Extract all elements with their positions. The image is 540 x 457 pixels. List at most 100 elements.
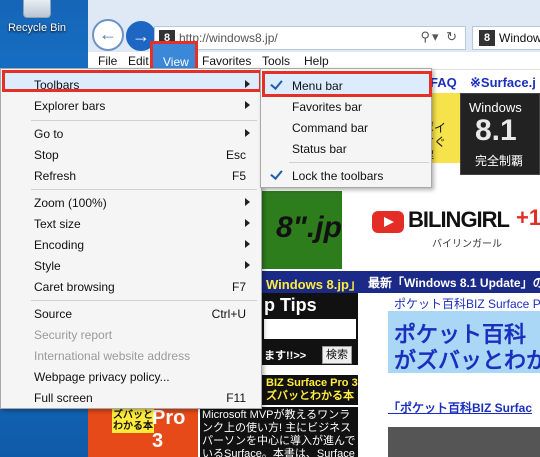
address-bar[interactable]: 8 http://windows8.jp/ ⚲▾ ↻ — [154, 26, 466, 50]
tips-title: p Tips — [264, 295, 317, 315]
menu-shortcut: F7 — [231, 280, 246, 294]
submenu-item-menu-bar[interactable]: Menu bar — [262, 75, 430, 96]
news-bar: Windows 8.jp」 最新「Windows 8.1 Update」の — [262, 271, 540, 293]
back-button[interactable]: ← — [92, 19, 124, 51]
menu-item-label: Webpage privacy policy... — [34, 370, 170, 384]
submenu-item-label: Lock the toolbars — [292, 169, 384, 183]
menu-favorites[interactable]: Favorites — [202, 54, 251, 68]
menu-shortcut: F5 — [231, 169, 246, 183]
menu-item-label: Zoom (100%) — [34, 196, 107, 210]
surface-book-pro: Pro 3 — [152, 407, 186, 452]
pocket-banner[interactable]: ポケット百科 がズバッとわか — [388, 311, 540, 373]
submenu-arrow-icon — [245, 129, 250, 137]
tips-search-input[interactable] — [264, 319, 356, 339]
submenu-item-favorites-bar[interactable]: Favorites bar — [262, 96, 430, 117]
windows-book-image[interactable]: Windows 8.1 完全制覇 — [460, 93, 540, 175]
checkmark-icon — [270, 168, 284, 182]
menu-separator — [31, 120, 257, 121]
menu-file[interactable]: File — [98, 54, 117, 68]
tab-favicon-icon: 8 — [479, 30, 495, 46]
menu-item-security-report: Security report — [2, 324, 260, 345]
surface-book-tag: ズバッと わかる本 — [112, 409, 154, 433]
menu-shortcut: Ctrl+U — [211, 307, 246, 321]
menu-view[interactable]: View — [150, 41, 198, 71]
menu-edit[interactable]: Edit — [128, 54, 149, 68]
surface-link[interactable]: ※Surface.j — [470, 75, 536, 91]
faq-link[interactable]: FAQ — [430, 75, 457, 90]
menu-item-label: Toolbars — [34, 78, 80, 92]
youtube-icon — [372, 211, 404, 233]
recycle-bin[interactable]: Recycle Bin — [2, 0, 72, 34]
menu-item-full-screen[interactable]: Full screen F11 — [2, 387, 260, 408]
menu-item-source[interactable]: Source Ctrl+U — [2, 303, 260, 324]
menu-item-refresh[interactable]: Refresh F5 — [2, 165, 260, 186]
menu-view-label: View — [163, 55, 189, 69]
menu-help[interactable]: Help — [304, 54, 329, 68]
site-logo-text: 8".jp — [276, 211, 342, 244]
surface-book-heading-text[interactable]: BIZ Surface Pro 3 ズバッとわかる本 — [266, 377, 358, 403]
menu-item-label: Text size — [34, 217, 81, 231]
news-bar-site: Windows 8.jp」 — [266, 277, 362, 292]
submenu-arrow-icon — [245, 261, 250, 269]
menu-item-explorer-bars[interactable]: Explorer bars — [2, 95, 260, 116]
submenu-item-label: Command bar — [292, 121, 369, 135]
menu-item-encoding[interactable]: Encoding — [2, 234, 260, 255]
surface-book-image[interactable]: ズバッと わかる本 Pro 3 — [88, 407, 198, 457]
submenu-item-command-bar[interactable]: Command bar — [262, 117, 430, 138]
menu-item-label: Style — [34, 259, 61, 273]
menu-item-label: Stop — [34, 148, 59, 162]
pocket-heading: ポケット百科BIZ Surface P — [388, 293, 540, 311]
site-logo[interactable]: 8".jp — [262, 191, 342, 269]
search-refresh-icons[interactable]: ⚲▾ ↻ — [420, 29, 459, 45]
submenu-separator — [289, 162, 429, 163]
menu-item-zoom[interactable]: Zoom (100%) — [2, 192, 260, 213]
bilingirl-banner[interactable]: BILINGIRL +1 バイリンガール — [346, 191, 540, 271]
surface-book-description: Microsoft MVPが教えるワンランク上の使い方! 主にビジネスパーソンを… — [200, 407, 358, 457]
view-menu-dropdown: Toolbars Explorer bars Go to Stop Esc Ref… — [0, 68, 262, 409]
book-subtitle: 完全制覇 — [475, 154, 524, 168]
menu-item-text-size[interactable]: Text size — [2, 213, 260, 234]
bilingirl-subtitle: バイリンガール — [432, 239, 502, 250]
bilingirl-plus: +1 — [516, 205, 540, 230]
menu-tools[interactable]: Tools — [262, 54, 290, 68]
menu-separator — [31, 300, 257, 301]
menu-item-label: Encoding — [34, 238, 85, 252]
submenu-arrow-icon — [245, 240, 250, 248]
menu-separator — [31, 189, 257, 190]
menu-item-international-address: International website address — [2, 345, 260, 366]
menu-item-label: International website address — [34, 349, 191, 363]
submenu-arrow-icon — [245, 80, 250, 88]
recycle-bin-icon[interactable] — [23, 0, 51, 18]
menu-item-go-to[interactable]: Go to — [2, 123, 260, 144]
pocket-link[interactable]: 「ポケット百科BIZ Surfac — [388, 399, 532, 416]
checkmark-icon — [270, 78, 284, 92]
tab-title: Windows — [499, 31, 540, 45]
menu-item-privacy-policy[interactable]: Webpage privacy policy... — [2, 366, 260, 387]
submenu-item-status-bar[interactable]: Status bar — [262, 138, 430, 159]
menu-item-label: Security report — [34, 328, 113, 342]
recycle-bin-label: Recycle Bin — [7, 22, 67, 34]
submenu-item-label: Status bar — [292, 142, 347, 156]
menu-item-label: Go to — [34, 127, 64, 141]
browser-tab[interactable]: 8 Windows — [472, 26, 540, 50]
submenu-item-lock-toolbars[interactable]: Lock the toolbars — [262, 165, 430, 186]
menu-item-toolbars[interactable]: Toolbars — [2, 74, 260, 95]
menu-item-label: Source — [34, 307, 73, 321]
menu-shortcut: Esc — [225, 148, 246, 162]
article-image[interactable] — [388, 427, 540, 457]
submenu-item-label: Menu bar — [292, 79, 343, 93]
submenu-item-label: Favorites bar — [292, 100, 363, 114]
menu-item-stop[interactable]: Stop Esc — [2, 144, 260, 165]
news-bar-headline[interactable]: 最新「Windows 8.1 Update」の — [368, 274, 540, 291]
surface-book-heading: BIZ Surface Pro 3 ズバッとわかる本 — [262, 375, 358, 405]
menu-item-caret-browsing[interactable]: Caret browsing F7 — [2, 276, 260, 297]
submenu-arrow-icon — [245, 101, 250, 109]
search-button[interactable]: 検索 — [322, 346, 352, 364]
bilingirl-title: BILINGIRL — [408, 207, 510, 232]
submenu-arrow-icon — [245, 198, 250, 206]
menu-shortcut: F11 — [226, 391, 246, 405]
tips-more-link[interactable]: ます!!>> — [264, 347, 306, 363]
pocket-heading-text[interactable]: ポケット百科BIZ Surface P — [394, 295, 540, 312]
menu-item-label: Refresh — [34, 169, 77, 183]
menu-item-style[interactable]: Style — [2, 255, 260, 276]
